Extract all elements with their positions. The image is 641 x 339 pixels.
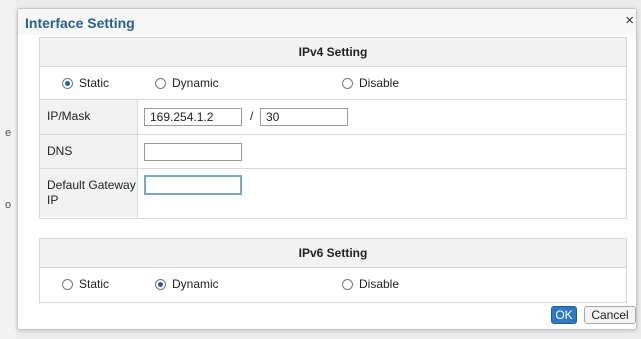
ip-mask-row: IP/Mask / (40, 99, 626, 134)
ipv6-section-heading: IPv6 Setting (40, 239, 626, 268)
dns-label: DNS (40, 135, 138, 168)
background-text-fragment: o (5, 199, 12, 211)
ipv6-disable-radio[interactable]: Disable (342, 277, 399, 291)
ok-button[interactable]: OK (551, 306, 577, 324)
ip-mask-label: IP/Mask (40, 100, 138, 134)
ipv4-dynamic-radio[interactable]: Dynamic (155, 76, 219, 90)
ipv6-mode-radio-group: Static Dynamic Disable (40, 268, 626, 300)
dns-input[interactable] (144, 143, 242, 161)
close-icon[interactable]: × (625, 13, 634, 28)
cancel-button[interactable]: Cancel (584, 306, 636, 324)
background-page (0, 0, 16, 339)
ipv4-section-heading: IPv4 Setting (40, 38, 626, 67)
ipv6-static-radio[interactable]: Static (62, 277, 109, 291)
radio-label: Static (79, 277, 110, 291)
interface-setting-dialog: Interface Setting × IPv4 Setting Static … (17, 8, 637, 330)
radio-label: Disable (359, 76, 400, 90)
dialog-title: Interface Setting (25, 15, 135, 31)
subnet-mask-input[interactable] (260, 108, 348, 126)
ipv6-setting-section: IPv6 Setting Static Dynamic Disable (39, 238, 627, 303)
radio-label: Static (79, 76, 110, 90)
dialog-titlebar: Interface Setting × (18, 9, 636, 35)
ip-address-input[interactable] (144, 108, 242, 126)
ipv6-dynamic-radio[interactable]: Dynamic (155, 277, 219, 291)
ipv4-disable-radio[interactable]: Disable (342, 76, 399, 90)
radio-unchecked-icon (155, 77, 166, 89)
radio-checked-icon (62, 77, 73, 89)
background-text-fragment: e (5, 127, 12, 139)
radio-unchecked-icon (342, 278, 353, 290)
ipv4-setting-section: IPv4 Setting Static Dynamic Disable IP/M… (39, 37, 627, 219)
default-gateway-input[interactable] (144, 175, 242, 195)
radio-checked-icon (155, 278, 166, 290)
radio-unchecked-icon (62, 278, 73, 290)
dns-row: DNS (40, 134, 626, 168)
default-gateway-row: Default Gateway IP (40, 168, 626, 217)
ipv4-static-radio[interactable]: Static (62, 76, 109, 90)
radio-label: Disable (359, 277, 400, 291)
radio-label: Dynamic (172, 76, 219, 90)
default-gateway-label: Default Gateway IP (40, 169, 138, 217)
radio-label: Dynamic (172, 277, 219, 291)
radio-unchecked-icon (342, 77, 353, 89)
mask-separator: / (250, 109, 254, 123)
ipv4-mode-radio-group: Static Dynamic Disable (40, 67, 626, 99)
